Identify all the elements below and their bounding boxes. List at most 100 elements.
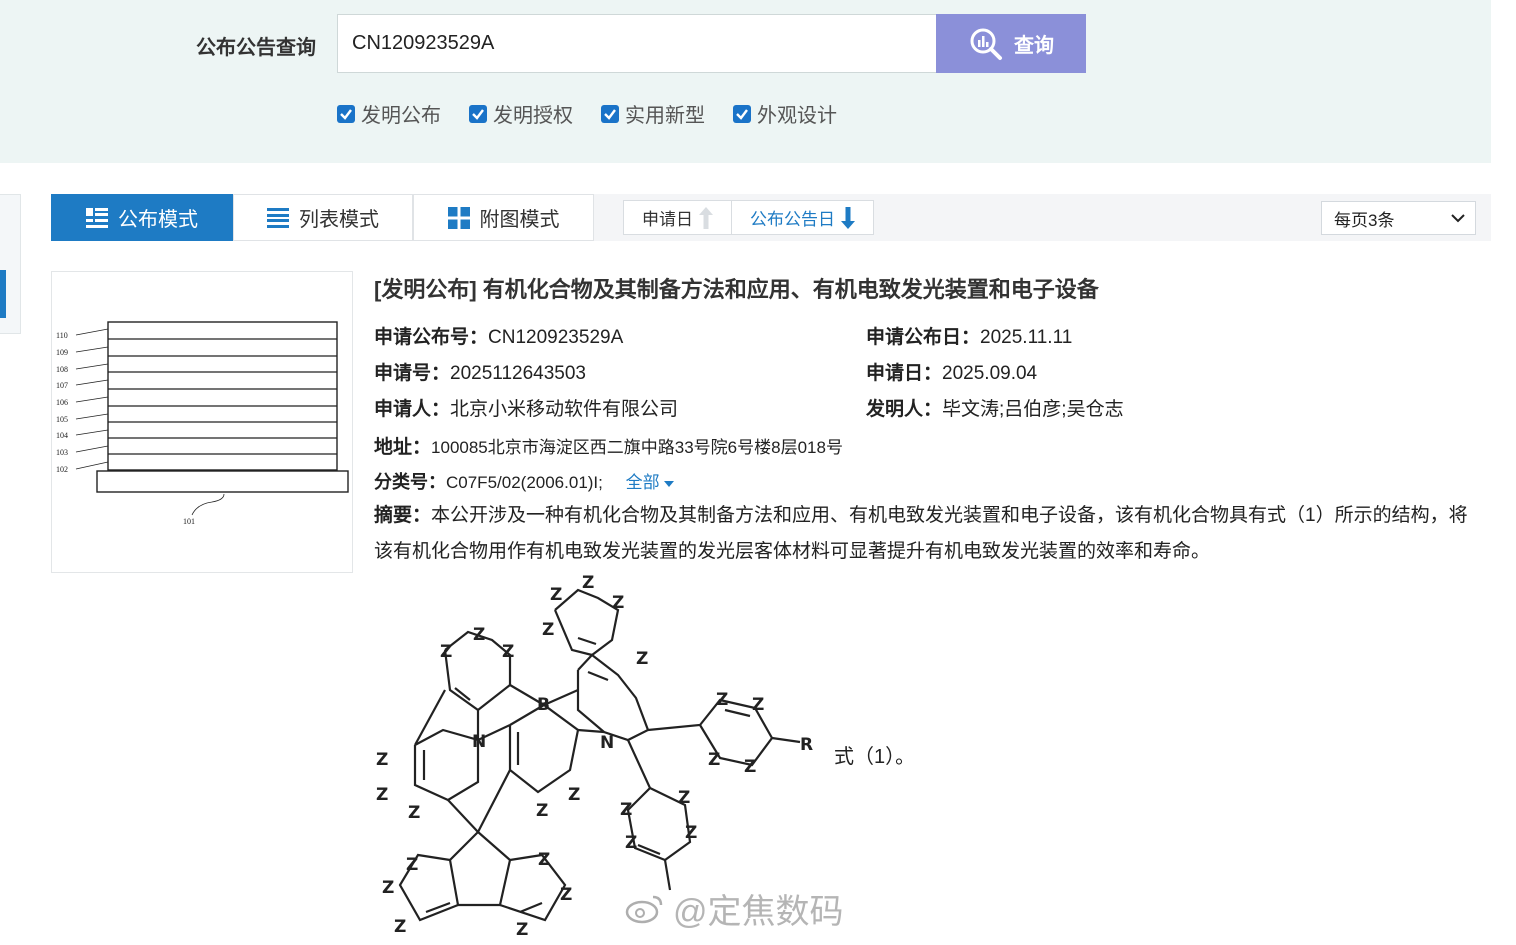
svg-text:Z: Z — [406, 855, 418, 875]
svg-text:Z: Z — [473, 625, 485, 645]
filter-label: 发明授权 — [493, 105, 573, 127]
tab-publication-mode[interactable]: 公布模式 — [51, 194, 233, 241]
result-title[interactable]: [发明公布] 有机化合物及其制备方法和应用、有机电致发光装置和电子设备 — [374, 272, 1099, 304]
svg-text:Z: Z — [516, 920, 528, 940]
checkbox-checked-icon[interactable] — [337, 104, 355, 123]
inventors: 毕文涛;吕伯彦;吴仓志 — [942, 399, 1124, 420]
checkbox-checked-icon[interactable] — [733, 104, 751, 123]
checkbox-checked-icon[interactable] — [469, 104, 487, 123]
arrow-down-icon — [841, 206, 855, 229]
classification-expand-link[interactable]: 全部 — [626, 473, 675, 492]
svg-text:Z: Z — [636, 649, 648, 669]
checkbox-checked-icon[interactable] — [601, 104, 619, 123]
field-label: 申请公布日 — [866, 327, 962, 348]
classification: C07F5/02(2006.01)I; — [446, 473, 603, 492]
svg-text:Z: Z — [625, 833, 637, 853]
weibo-logo-icon — [625, 895, 663, 923]
figure-layer-label: 106 — [56, 398, 68, 407]
field-label: 分类号 — [374, 472, 428, 492]
page-size-value: 每页3条 — [1334, 210, 1395, 230]
svg-text:Z: Z — [550, 585, 562, 605]
publication-number-field: 申请公布号：CN120923529A — [374, 327, 624, 348]
application-date-field: 申请日：2025.09.04 — [866, 363, 1038, 384]
tab-label: 列表模式 — [299, 209, 379, 231]
address-field: 地址：100085北京市海淀区西二旗中路33号院6号楼8层018号 — [374, 437, 843, 458]
svg-text:Z: Z — [538, 850, 550, 870]
svg-text:R: R — [800, 735, 813, 755]
caret-down-icon — [664, 481, 675, 487]
abstract-text: 本公开涉及一种有机化合物及其制备方法和应用、有机电致发光装置和电子设备，该有机化… — [374, 505, 1468, 562]
svg-text:Z: Z — [678, 788, 690, 808]
tab-list-mode[interactable]: 列表模式 — [233, 194, 413, 241]
svg-text:Z: Z — [560, 885, 572, 905]
svg-text:Z: Z — [582, 573, 594, 593]
classification-field: 分类号：C07F5/02(2006.01)I; 全部 — [374, 468, 675, 494]
figure-layer-label: 108 — [56, 365, 68, 374]
svg-text:Z: Z — [744, 757, 756, 777]
sort-label: 申请日 — [642, 210, 693, 229]
svg-text:Z: Z — [612, 593, 624, 613]
publication-number: CN120923529A — [488, 327, 624, 348]
figure-layer-label: 103 — [56, 448, 68, 457]
filter-utility-model[interactable]: 实用新型 — [601, 99, 705, 128]
figure-layer-label: 109 — [56, 348, 68, 357]
svg-text:Z: Z — [382, 878, 394, 898]
filter-invention-publication[interactable]: 发明公布 — [337, 99, 441, 128]
patent-figure-thumbnail[interactable]: 110 109 108 107 106 105 104 103 102 101 — [51, 271, 353, 573]
svg-text:N: N — [472, 732, 486, 752]
page-size-select[interactable]: 每页3条 — [1321, 201, 1476, 235]
search-button[interactable]: 查询 — [936, 14, 1086, 73]
filter-label: 外观设计 — [757, 105, 837, 127]
sort-by-application-date[interactable]: 申请日 — [624, 201, 731, 234]
field-label: 申请人 — [374, 399, 432, 420]
field-label: 地址 — [374, 437, 413, 458]
grid-icon — [447, 206, 470, 229]
layer-stack-figure: 110 109 108 107 106 105 104 103 102 101 — [56, 321, 349, 526]
applicant-field: 申请人：北京小米移动软件有限公司 — [374, 399, 679, 420]
formula-label: 式（1）。 — [834, 746, 916, 768]
list-icon — [267, 207, 289, 228]
filter-label: 实用新型 — [625, 105, 705, 127]
svg-text:Z: Z — [620, 800, 632, 820]
filter-design[interactable]: 外观设计 — [733, 99, 837, 128]
result-toolbar: 公布模式 列表模式 附图模式 申请日 公布公告日 每页3条 — [51, 194, 1491, 241]
watermark-text: @定焦数码 — [673, 893, 844, 931]
sort-label: 公布公告日 — [750, 210, 835, 229]
sort-by-publication-date[interactable]: 公布公告日 — [731, 201, 873, 234]
svg-text:Z: Z — [568, 785, 580, 805]
sort-group: 申请日 公布公告日 — [623, 200, 874, 235]
tab-label: 附图模式 — [479, 209, 560, 231]
type-filters: 发明公布 发明授权 实用新型 外观设计 — [337, 99, 837, 128]
expand-label: 全部 — [625, 473, 660, 492]
svg-text:Z: Z — [502, 642, 514, 662]
figure-layer-label: 105 — [56, 415, 68, 424]
figure-layer-label: 104 — [56, 431, 68, 440]
svg-text:Z: Z — [542, 620, 554, 640]
svg-text:Z: Z — [394, 917, 406, 937]
search-input[interactable] — [337, 14, 937, 73]
field-label: 申请号 — [374, 363, 432, 384]
arrow-up-icon — [699, 206, 713, 229]
field-label: 申请日 — [866, 363, 924, 384]
search-panel: 公布公告查询 查询 发明公布 发明授权 实用新型 外观设计 — [0, 0, 1491, 163]
svg-text:B: B — [537, 695, 550, 715]
tab-figure-mode[interactable]: 附图模式 — [413, 194, 594, 241]
figure-layer-label: 110 — [56, 331, 68, 340]
svg-text:Z: Z — [685, 823, 697, 843]
svg-text:Z: Z — [752, 695, 764, 715]
filter-invention-grant[interactable]: 发明授权 — [469, 99, 573, 128]
application-date: 2025.09.04 — [942, 363, 1038, 384]
filter-label: 发明公布 — [361, 105, 441, 127]
publication-date-field: 申请公布日：2025.11.11 — [866, 327, 1073, 348]
figure-substrate-label: 101 — [183, 517, 195, 526]
search-analytics-icon — [970, 28, 1002, 60]
tab-label: 公布模式 — [118, 209, 198, 231]
application-number-field: 申请号：2025112643503 — [374, 363, 586, 384]
field-label: 摘要 — [374, 505, 413, 526]
field-label: 申请公布号 — [374, 327, 470, 348]
svg-text:N: N — [600, 733, 614, 753]
list-detail-icon — [86, 207, 108, 228]
search-label: 公布公告查询 — [196, 37, 316, 59]
search-button-label: 查询 — [1014, 35, 1054, 57]
svg-text:Z: Z — [408, 803, 420, 823]
